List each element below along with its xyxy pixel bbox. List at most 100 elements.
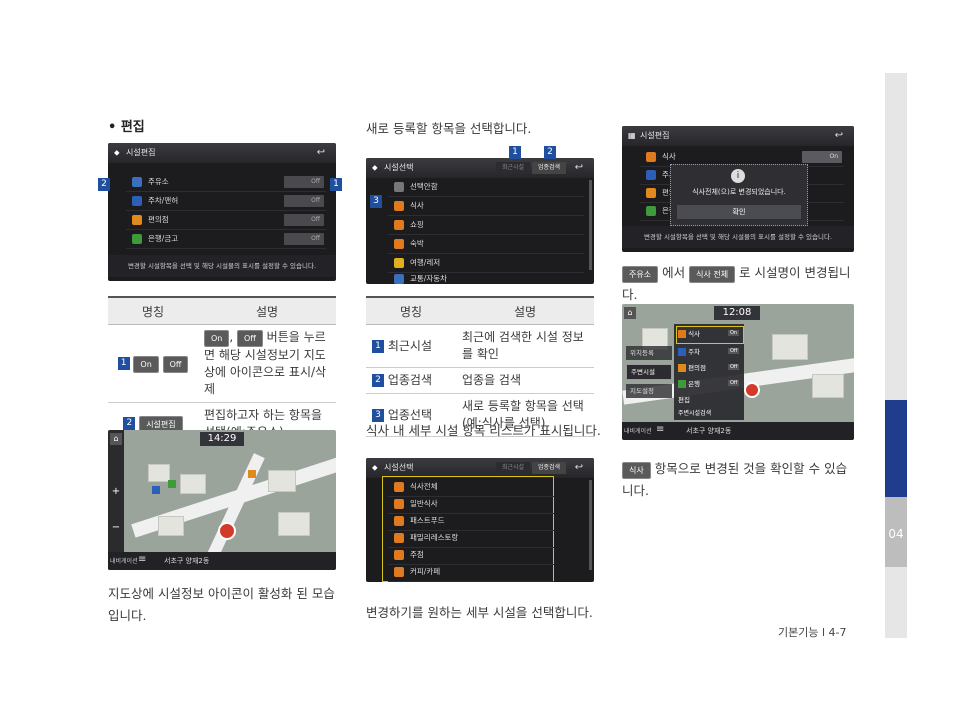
list-item[interactable]: 편의점	[678, 362, 706, 372]
lodging-icon	[394, 239, 404, 249]
callout-marker: 1	[330, 178, 342, 191]
back-icon[interactable]: ↩	[830, 130, 848, 142]
list-item-label: 편의점	[688, 364, 707, 372]
location-pin-icon: ⬥	[114, 148, 120, 157]
list-item[interactable]: 식사	[388, 197, 584, 216]
on-toggle[interactable]: On	[802, 151, 842, 163]
back-icon[interactable]: ↩	[570, 162, 588, 174]
travel-icon	[394, 258, 404, 268]
screen-title: 시설선택	[384, 163, 414, 172]
zoom-out-icon[interactable]: −	[110, 522, 122, 534]
callout-marker: 1	[509, 146, 521, 159]
list-item-label: 주차/맨허	[148, 196, 179, 205]
off-toggle[interactable]: Off	[284, 176, 324, 188]
tab-recent[interactable]: 최근시설	[496, 162, 530, 174]
menu-icon[interactable]: ≡	[656, 424, 664, 435]
map-bottom-bar: 내비게이션 ≡ 서초구 양재2동	[622, 422, 854, 440]
screen-title: 시설선택	[384, 463, 414, 472]
menu-item-register[interactable]: 위치등록	[626, 346, 672, 360]
list-item[interactable]: 편의점 Off	[126, 211, 326, 230]
map-screen: ⌂ + − 14:29 내비게이션 ≡ 서초구 양재2동	[108, 430, 336, 570]
caption: 지도상에 시설정보 아이콘이 활성화 된 모습입니다.	[108, 586, 335, 623]
screen-header: ⬥ 시설편집 ↩	[108, 143, 336, 163]
list-item[interactable]: 주차	[678, 346, 700, 356]
list-item-label: 은행/금고	[148, 234, 179, 243]
mode-label: 내비게이션	[624, 428, 652, 435]
convenience-store-icon	[132, 215, 142, 225]
callout-marker: 2	[544, 146, 556, 159]
list-item-label: 일반식사	[410, 499, 438, 508]
off-toggle[interactable]: Off	[284, 195, 324, 207]
off-toggle[interactable]: Off	[728, 380, 740, 386]
on-button: On	[133, 355, 159, 373]
list-item-label: 식사	[688, 330, 701, 338]
family-restaurant-icon	[394, 533, 404, 543]
quick-menu: 위치등록 주변시설 지도설정	[626, 346, 672, 406]
building	[268, 470, 296, 492]
bank-icon	[678, 380, 686, 388]
subcategory-select-screen: ⬥ 시설선택 최근시설 업종검색 ↩ 식사전체 일반식사 패스트푸드 패밀리레스…	[366, 458, 594, 582]
zoom-in-icon[interactable]: +	[110, 486, 122, 498]
confirm-button[interactable]: 확인	[677, 205, 801, 219]
list-item[interactable]: 커피/카페	[388, 563, 554, 582]
parking-icon	[646, 170, 656, 180]
location-label: 서초구 양재2동	[686, 427, 732, 435]
mode-label: 내비게이션	[110, 558, 138, 565]
list-item-label: 주차	[688, 348, 701, 356]
screen-hint: 변경할 시설항목을 선택 및 해당 시설물의 표시를 설정할 수 있습니다.	[622, 226, 854, 248]
list-item[interactable]: 은행/금고 Off	[126, 230, 326, 249]
result-text: 식사 항목으로 변경된 것을 확인할 수 있습니다.	[622, 458, 858, 502]
off-toggle[interactable]: Off	[284, 214, 324, 226]
tab-category-search[interactable]: 업종검색	[532, 162, 566, 174]
list-item[interactable]: 교통/자동차	[388, 270, 584, 284]
off-toggle[interactable]: Off	[728, 348, 740, 354]
description-text: 업종을 검색	[456, 367, 594, 394]
table-cell: 1 On Off	[108, 324, 198, 403]
list-item[interactable]: 선택안함	[388, 178, 584, 197]
restaurant-icon	[394, 499, 404, 509]
separator: ,	[229, 330, 234, 344]
nearby-search-button[interactable]: 주변시설검색	[678, 408, 711, 417]
home-icon[interactable]: ⌂	[110, 433, 122, 445]
location-label: 서초구 양재2동	[164, 557, 210, 565]
list-item[interactable]: 숙박	[388, 235, 584, 254]
tab-category-search[interactable]: 업종검색	[532, 462, 566, 474]
restaurant-button: 식사	[622, 462, 651, 479]
building	[772, 334, 808, 360]
list-item[interactable]: 식사	[678, 328, 700, 338]
list-item-label: 은행	[688, 380, 701, 388]
list-item-label: 주유소	[148, 177, 169, 186]
description-text: 최근에 검색한 시설 정보를 확인	[456, 324, 594, 368]
item-name: 업종검색	[387, 373, 432, 387]
scrollbar[interactable]	[589, 480, 592, 570]
menu-item-map-settings[interactable]: 지도설정	[626, 384, 672, 398]
scrollbar[interactable]	[589, 180, 592, 270]
off-toggle[interactable]: Off	[728, 364, 740, 370]
list-item[interactable]: 주유소 Off	[126, 173, 326, 192]
table-row: 2 업종검색 업종을 검색	[366, 367, 594, 394]
description-table: 명칭 설명 1 최근시설 최근에 검색한 시설 정보를 확인 2 업종검색 업종…	[366, 296, 594, 437]
parking-icon	[132, 196, 142, 206]
list-item[interactable]: 쇼핑	[388, 216, 584, 235]
screen-title: 시설편집	[126, 148, 156, 157]
convenience-store-icon	[646, 188, 656, 198]
home-icon[interactable]: ⌂	[624, 307, 636, 319]
on-toggle[interactable]: On	[728, 330, 740, 336]
menu-icon[interactable]: ≡	[138, 554, 146, 565]
list-item-label: 주점	[410, 550, 424, 559]
tab-recent[interactable]: 최근시설	[496, 462, 530, 474]
confirm-dialog: i 식사전체(으)로 변경되었습니다. 확인	[670, 164, 808, 226]
callout-marker: 2	[372, 374, 384, 387]
list-item[interactable]: 주차/맨허 Off	[126, 192, 326, 211]
convenience-store-icon	[678, 364, 686, 372]
list-item[interactable]: 은행	[678, 378, 700, 388]
parking-icon	[678, 348, 686, 356]
edit-item[interactable]: 편집	[678, 394, 690, 404]
back-icon[interactable]: ↩	[570, 462, 588, 474]
off-toggle[interactable]: Off	[284, 233, 324, 245]
restaurant-all-button: 식사 전체	[689, 266, 736, 283]
back-icon[interactable]: ↩	[312, 147, 330, 159]
building	[148, 464, 170, 482]
location-pin-icon: ⬥	[372, 163, 378, 172]
menu-item-nearby[interactable]: 주변시설	[626, 364, 672, 380]
